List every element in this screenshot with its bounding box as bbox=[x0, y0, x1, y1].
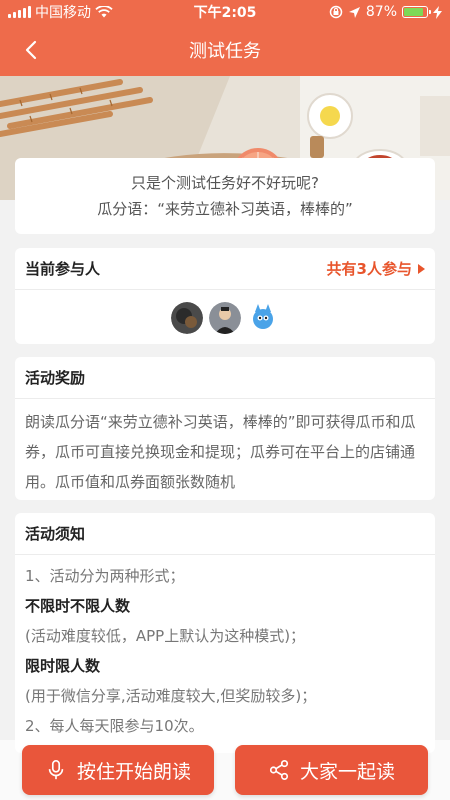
notice-header: 活动须知 bbox=[15, 513, 435, 555]
notice-title: 活动须知 bbox=[25, 525, 86, 543]
reward-card: 活动奖励 朗读瓜分语“来劳立德补习英语，棒棒的”即可获得瓜币和瓜券，瓜币可直接兑… bbox=[15, 357, 435, 500]
charging-icon bbox=[433, 5, 442, 19]
nav-bar: 测试任务 bbox=[0, 24, 450, 76]
notice-mode-title: 限时限人数 bbox=[25, 657, 101, 675]
intro-phrase: 瓜分语：“来劳立德补习英语，棒棒的” bbox=[97, 200, 353, 218]
microphone-icon bbox=[48, 760, 64, 780]
reward-title: 活动奖励 bbox=[25, 369, 86, 387]
notice-line: (活动难度较低，APP上默认为这种模式)； bbox=[25, 627, 306, 645]
notice-card: 活动须知 1、活动分为两种形式； 不限时不限人数 (活动难度较低，APP上默认为… bbox=[15, 513, 435, 753]
read-together-label: 大家一起读 bbox=[299, 760, 395, 783]
intro-card: 只是个测试任务好不好玩呢? 瓜分语：“来劳立德补习英语，棒棒的” bbox=[15, 158, 435, 234]
notice-line: (用于微信分享,活动难度较大,但奖励较多)； bbox=[25, 687, 317, 705]
hold-to-read-button[interactable]: 按住开始朗读 bbox=[22, 745, 214, 795]
participants-title: 当前参与人 bbox=[25, 260, 101, 278]
back-arrow-icon[interactable] bbox=[20, 38, 44, 62]
reward-header: 活动奖励 bbox=[15, 357, 435, 399]
notice-line: 1、活动分为两种形式； bbox=[25, 567, 185, 585]
notice-mode-title: 不限时不限人数 bbox=[25, 597, 131, 615]
participants-card: 当前参与人 共有3人参与 bbox=[15, 248, 435, 344]
battery-icon bbox=[402, 6, 431, 18]
signal-icon bbox=[8, 6, 31, 18]
participants-header: 当前参与人 共有3人参与 bbox=[15, 248, 435, 290]
participants-count: 共有3人参与 bbox=[326, 260, 412, 278]
avatar[interactable] bbox=[247, 302, 279, 334]
avatar[interactable] bbox=[171, 302, 203, 334]
status-bar: 中国移动 下午2:05 87% bbox=[0, 0, 450, 24]
avatar-list bbox=[15, 290, 435, 334]
arrow-right-icon bbox=[418, 263, 425, 274]
participants-count-link[interactable]: 共有3人参与 bbox=[327, 258, 425, 279]
intro-question: 只是个测试任务好不好玩呢? bbox=[131, 174, 319, 192]
location-icon bbox=[348, 6, 360, 18]
rotation-lock-icon bbox=[329, 5, 343, 19]
reward-description: 朗读瓜分语“来劳立德补习英语，棒棒的”即可获得瓜币和瓜券，瓜币可直接兑换现金和提… bbox=[25, 413, 416, 491]
hold-to-read-label: 按住开始朗读 bbox=[76, 760, 191, 783]
wifi-icon bbox=[95, 6, 113, 18]
notice-line: 2、每人每天限参与10次。 bbox=[25, 717, 204, 735]
page-title: 测试任务 bbox=[189, 41, 261, 62]
share-icon bbox=[269, 760, 289, 780]
battery-percent: 87% bbox=[365, 4, 397, 20]
avatar[interactable] bbox=[209, 302, 241, 334]
carrier-name: 中国移动 bbox=[35, 5, 91, 21]
read-together-button[interactable]: 大家一起读 bbox=[235, 745, 428, 795]
